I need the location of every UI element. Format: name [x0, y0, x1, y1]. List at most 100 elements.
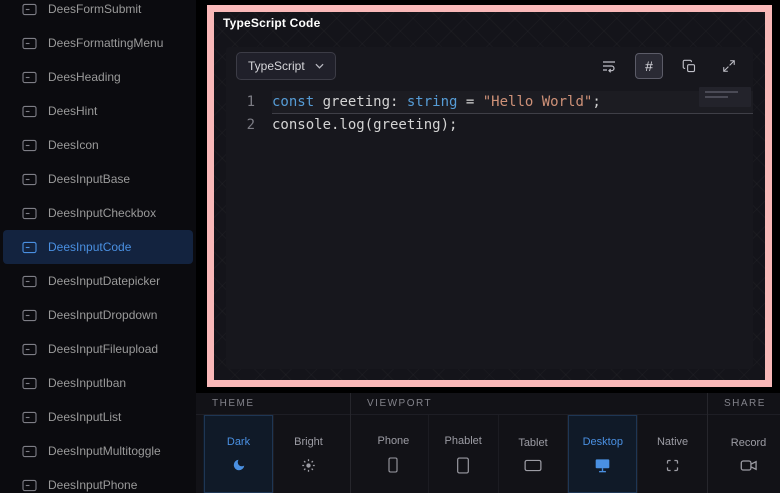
fullscreen-icon [722, 59, 736, 73]
chevron-down-icon [315, 63, 324, 69]
line-number: 2 [226, 114, 272, 136]
sidebar-item-deesinputdatepicker[interactable]: DeesInputDatepicker [0, 264, 196, 298]
component-icon [22, 139, 37, 152]
button-label: Native [657, 436, 688, 448]
code-token: "Hello World" [483, 94, 593, 110]
line-numbers-button[interactable]: # [635, 53, 663, 79]
component-icon [22, 343, 37, 356]
phablet-icon [456, 457, 470, 474]
word-wrap-button[interactable] [595, 53, 623, 79]
sidebar-item-deesinputfileupload[interactable]: DeesInputFileupload [0, 332, 196, 366]
sidebar-item-label: DeesInputMultitoggle [48, 444, 161, 458]
sidebar-item-label: DeesInputFileupload [48, 342, 158, 356]
sidebar: DeesFormSubmit DeesFormattingMenu DeesHead… [0, 0, 196, 493]
language-label: TypeScript [248, 59, 305, 73]
sidebar-item-deesinputcode[interactable]: DeesInputCode [3, 230, 193, 264]
sidebar-item-deesinputmultitoggle[interactable]: DeesInputMultitoggle [0, 434, 196, 468]
sidebar-item-deesinputbase[interactable]: DeesInputBase [0, 162, 196, 196]
code-token: string [407, 94, 458, 110]
record-button[interactable]: Record [716, 415, 780, 493]
sidebar-item-label: DeesHint [48, 104, 97, 118]
component-icon [22, 445, 37, 458]
section-title: THEME [196, 393, 350, 415]
preview-frame: TypeScript Code TypeScript # 1const gree… [207, 5, 772, 387]
component-icon [22, 207, 37, 220]
copy-button[interactable] [675, 53, 703, 79]
component-icon [22, 479, 37, 492]
phone-icon [387, 457, 399, 473]
section-title: SHARE [708, 393, 780, 415]
button-label: Tablet [518, 437, 547, 449]
sidebar-item-label: DeesHeading [48, 70, 121, 84]
code-line: 1const greeting: string = "Hello World"; [226, 91, 753, 114]
sidebar-item-deesinputphone[interactable]: DeesInputPhone [0, 468, 196, 493]
section-buttons: Record [708, 415, 780, 493]
component-icon [22, 71, 37, 84]
sidebar-item-deesformsubmit[interactable]: DeesFormSubmit [0, 0, 196, 26]
phablet-button[interactable]: Phablet [428, 415, 498, 493]
copy-icon [682, 59, 697, 74]
sidebar-item-label: DeesInputCheckbox [48, 206, 156, 220]
sidebar-item-label: DeesIcon [48, 138, 99, 152]
phone-button[interactable]: Phone [358, 415, 428, 493]
code-area: 1const greeting: string = "Hello World";… [226, 85, 753, 136]
desktop-icon [594, 458, 611, 473]
tablet-icon [524, 459, 542, 472]
component-icon [22, 377, 37, 390]
component-icon [22, 3, 37, 16]
native-icon [665, 458, 680, 473]
button-label: Record [731, 437, 766, 449]
editor-toolbar: # [595, 53, 743, 79]
code-token: : [390, 94, 407, 110]
button-label: Phablet [445, 435, 482, 447]
language-dropdown[interactable]: TypeScript [236, 52, 336, 80]
section-theme: THEMEDark Bright [196, 393, 350, 493]
sidebar-item-label: DeesInputIban [48, 376, 126, 390]
code-line: 2console.log(greeting); [226, 114, 753, 136]
sidebar-item-deesinputlist[interactable]: DeesInputList [0, 400, 196, 434]
code-text[interactable]: console.log(greeting); [272, 114, 753, 136]
component-icon [22, 275, 37, 288]
sidebar-list: DeesFormSubmit DeesFormattingMenu DeesHead… [0, 0, 196, 493]
component-icon [22, 411, 37, 424]
sidebar-item-label: DeesInputPhone [48, 478, 137, 492]
sidebar-item-label: DeesFormSubmit [48, 2, 141, 16]
section-share: SHARE Record [707, 393, 780, 493]
desktop-button[interactable]: Desktop [567, 415, 637, 493]
sidebar-item-label: DeesInputDropdown [48, 308, 157, 322]
bright-button[interactable]: Bright [273, 415, 343, 493]
fullscreen-button[interactable] [715, 53, 743, 79]
sidebar-item-deesformattingmenu[interactable]: DeesFormattingMenu [0, 26, 196, 60]
sidebar-item-label: DeesInputDatepicker [48, 274, 160, 288]
dark-button[interactable]: Dark [203, 415, 273, 493]
sidebar-item-deesicon[interactable]: DeesIcon [0, 128, 196, 162]
code-token: greeting [314, 94, 390, 110]
sidebar-item-label: DeesFormattingMenu [48, 36, 163, 50]
code-lines: 1const greeting: string = "Hello World";… [226, 91, 753, 136]
sidebar-item-deesinputdropdown[interactable]: DeesInputDropdown [0, 298, 196, 332]
code-token: ; [592, 94, 600, 110]
minimap[interactable] [699, 87, 751, 107]
preview-canvas: TypeScript Code TypeScript # 1const gree… [214, 12, 765, 380]
button-label: Bright [294, 436, 323, 448]
code-text[interactable]: const greeting: string = "Hello World"; [272, 91, 753, 114]
section-buttons: Phone Phablet Tablet Desktop Native [351, 415, 707, 493]
section-buttons: Dark Bright [196, 415, 350, 493]
bottombar-sections: THEMEDark Bright VIEWPORTPhone Phablet Table… [196, 393, 780, 493]
sun-icon [301, 458, 316, 473]
sidebar-item-deesinputiban[interactable]: DeesInputIban [0, 366, 196, 400]
sidebar-item-label: DeesInputCode [48, 240, 131, 254]
code-token: const [272, 94, 314, 110]
native-button[interactable]: Native [637, 415, 707, 493]
section-title: VIEWPORT [351, 393, 707, 415]
sidebar-item-deeshint[interactable]: DeesHint [0, 94, 196, 128]
code-editor: TypeScript # 1const greeting: string = "… [226, 47, 753, 369]
sidebar-item-deesinputcheckbox[interactable]: DeesInputCheckbox [0, 196, 196, 230]
tablet-button[interactable]: Tablet [498, 415, 568, 493]
sidebar-item-label: DeesInputList [48, 410, 121, 424]
line-number: 1 [226, 91, 272, 114]
demo-title: TypeScript Code [214, 12, 329, 34]
app: DeesFormSubmit DeesFormattingMenu DeesHead… [0, 0, 780, 493]
code-token: console.log(greeting); [272, 117, 457, 133]
sidebar-item-deesheading[interactable]: DeesHeading [0, 60, 196, 94]
